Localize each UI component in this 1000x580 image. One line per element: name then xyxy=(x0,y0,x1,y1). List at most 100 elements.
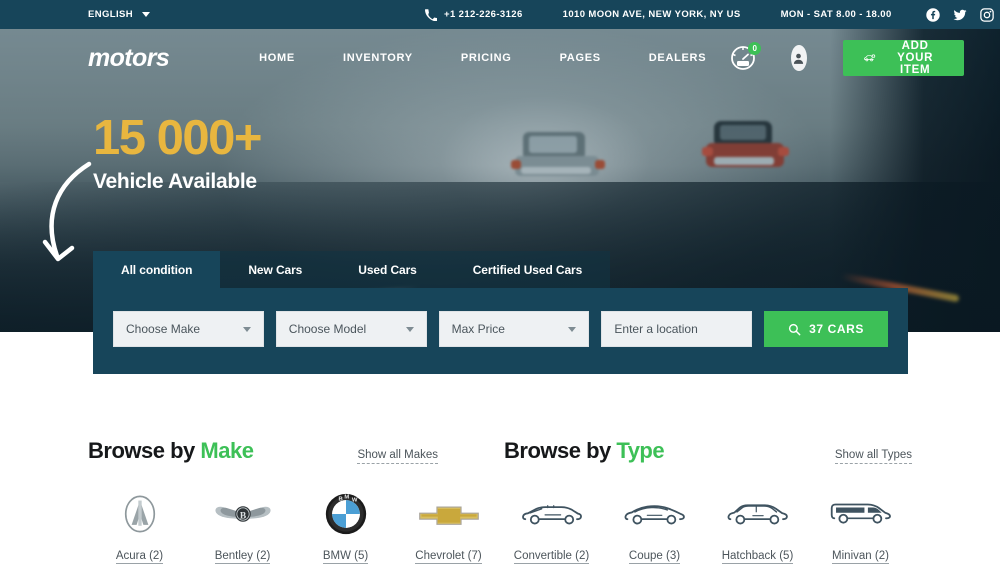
type-tiles: Convertible (2) Coupe (3) Hatchback (5) … xyxy=(500,491,912,564)
svg-text:M: M xyxy=(344,494,349,500)
hatchback-icon xyxy=(727,491,789,537)
model-select-value: Choose Model xyxy=(288,322,367,336)
browse-make-title-accent: Make xyxy=(200,438,254,463)
top-bar-info: +1 212-226-3126 1010 MOON AVE, NEW YORK,… xyxy=(425,0,1000,29)
hours-info: MON - SAT 8.00 - 18.00 xyxy=(781,9,892,20)
type-tile-label: Minivan (2) xyxy=(832,550,889,564)
phone-info[interactable]: +1 212-226-3126 xyxy=(425,8,523,21)
type-tile-label: Convertible (2) xyxy=(513,550,590,564)
chevron-down-icon xyxy=(142,12,151,17)
browse-make-header: Browse by Make Show all Makes xyxy=(88,438,500,464)
chevron-down-icon xyxy=(405,326,414,332)
address-text: 1010 MOON AVE, NEW YORK, NY US xyxy=(562,9,741,20)
type-tile-convertible[interactable]: Convertible (2) xyxy=(500,491,603,564)
nav-item-inventory[interactable]: INVENTORY xyxy=(319,52,437,64)
header-actions: 0 ADD YOUR ITEM xyxy=(730,40,1000,76)
language-label: ENGLISH xyxy=(88,9,134,20)
make-tile-acura[interactable]: Acura (2) xyxy=(88,491,191,564)
nav-item-pages[interactable]: PAGES xyxy=(536,52,625,64)
user-account-button[interactable] xyxy=(791,45,807,71)
search-form: Choose Make Choose Model Max Price Enter… xyxy=(93,288,908,374)
make-select-value: Choose Make xyxy=(126,322,201,336)
add-your-item-button[interactable]: ADD YOUR ITEM xyxy=(842,40,965,76)
language-selector[interactable]: ENGLISH xyxy=(88,9,151,20)
location-input-wrap[interactable]: Enter a location xyxy=(601,311,753,347)
add-your-item-label: ADD YOUR ITEM xyxy=(897,40,934,76)
search-submit-label: 37 CARS xyxy=(809,322,865,336)
social-links xyxy=(925,7,1000,22)
type-tile-label: Coupe (3) xyxy=(628,550,681,564)
browse-by-make-section: Browse by Make Show all Makes Acura (2) xyxy=(88,438,500,564)
twitter-icon[interactable] xyxy=(953,8,967,22)
top-bar: ENGLISH +1 212-226-3126 1010 MOON AVE, N… xyxy=(0,0,1000,29)
bentley-logo-icon: B xyxy=(213,491,273,537)
make-tile-label: BMW (5) xyxy=(322,550,369,564)
max-price-select-value: Max Price xyxy=(451,322,505,336)
phone-icon xyxy=(425,8,437,21)
make-tile-label: Acura (2) xyxy=(115,550,164,564)
type-tile-label: Hatchback (5) xyxy=(721,550,794,564)
coupe-icon xyxy=(624,491,686,537)
site-header: motors HOME INVENTORY PRICING PAGES DEAL… xyxy=(0,29,1000,87)
hero-subtitle: Vehicle Available xyxy=(93,170,257,193)
compare-count-badge: 0 xyxy=(748,42,762,55)
main-navigation: HOME INVENTORY PRICING PAGES DEALERS xyxy=(235,52,730,64)
chevron-down-icon xyxy=(568,326,577,332)
browse-sections: Browse by Make Show all Makes Acura (2) xyxy=(0,438,1000,564)
svg-text:B: B xyxy=(338,497,342,503)
search-panel: All condition New Cars Used Cars Certifi… xyxy=(93,251,908,374)
svg-text:W: W xyxy=(351,497,357,503)
site-logo[interactable]: motors xyxy=(88,44,170,73)
hours-text: MON - SAT 8.00 - 18.00 xyxy=(780,9,892,20)
convertible-icon xyxy=(521,491,583,537)
browse-type-title-accent: Type xyxy=(616,438,665,463)
address-info: 1010 MOON AVE, NEW YORK, NY US xyxy=(563,9,741,20)
model-select[interactable]: Choose Model xyxy=(275,311,427,347)
browse-type-header: Browse by Type Show all Types xyxy=(500,438,912,464)
nav-item-home[interactable]: HOME xyxy=(235,52,319,64)
condition-tabs: All condition New Cars Used Cars Certifi… xyxy=(93,251,908,288)
browse-type-title-prefix: Browse by xyxy=(504,438,611,463)
browse-make-title-prefix: Browse by xyxy=(88,438,195,463)
show-all-types-link[interactable]: Show all Types xyxy=(834,449,912,464)
car-plus-icon xyxy=(863,54,875,62)
make-select[interactable]: Choose Make xyxy=(113,311,264,347)
minivan-icon xyxy=(830,491,892,537)
hero-vehicle-count: 15 000+ xyxy=(93,111,263,165)
make-tile-label: Chevrolet (7) xyxy=(415,550,482,564)
instagram-icon[interactable] xyxy=(979,7,994,22)
acura-logo-icon xyxy=(119,491,161,537)
facebook-icon[interactable] xyxy=(925,7,940,22)
show-all-makes-link[interactable]: Show all Makes xyxy=(357,449,438,464)
tab-all-condition[interactable]: All condition xyxy=(93,251,221,288)
browse-make-title: Browse by Make xyxy=(88,438,254,464)
search-submit-button[interactable]: 37 CARS xyxy=(764,311,888,347)
tab-certified-used-cars[interactable]: Certified Used Cars xyxy=(444,251,611,288)
type-tile-minivan[interactable]: Minivan (2) xyxy=(809,491,912,564)
make-tile-bentley[interactable]: B Bentley (2) xyxy=(191,491,294,564)
type-tile-coupe[interactable]: Coupe (3) xyxy=(603,491,706,564)
compare-button[interactable]: 0 xyxy=(730,42,762,71)
chevrolet-logo-icon xyxy=(418,491,480,537)
make-tile-chevrolet[interactable]: Chevrolet (7) xyxy=(397,491,500,564)
location-input-placeholder: Enter a location xyxy=(614,322,698,336)
make-tile-bmw[interactable]: B M W BMW (5) xyxy=(294,491,397,564)
user-icon xyxy=(794,53,804,64)
hero-headline: 15 000+ Vehicle Available xyxy=(42,111,1000,262)
nav-item-pricing[interactable]: PRICING xyxy=(437,52,536,64)
phone-number: +1 212-226-3126 xyxy=(444,9,523,20)
svg-text:B: B xyxy=(239,511,246,521)
chevron-down-icon xyxy=(242,326,251,332)
make-tile-label: Bentley (2) xyxy=(214,550,271,564)
tab-new-cars[interactable]: New Cars xyxy=(220,251,331,288)
make-tiles: Acura (2) B Bentley (2) B M W BMW (5) Ch… xyxy=(88,491,500,564)
bmw-logo-icon: B M W xyxy=(325,491,367,537)
curved-arrow-icon xyxy=(42,161,92,262)
max-price-select[interactable]: Max Price xyxy=(438,311,590,347)
nav-item-dealers[interactable]: DEALERS xyxy=(625,52,730,64)
search-icon xyxy=(789,323,801,335)
browse-by-type-section: Browse by Type Show all Types Convertibl… xyxy=(500,438,912,564)
tab-used-cars[interactable]: Used Cars xyxy=(330,251,445,288)
type-tile-hatchback[interactable]: Hatchback (5) xyxy=(706,491,809,564)
browse-type-title: Browse by Type xyxy=(504,438,665,464)
